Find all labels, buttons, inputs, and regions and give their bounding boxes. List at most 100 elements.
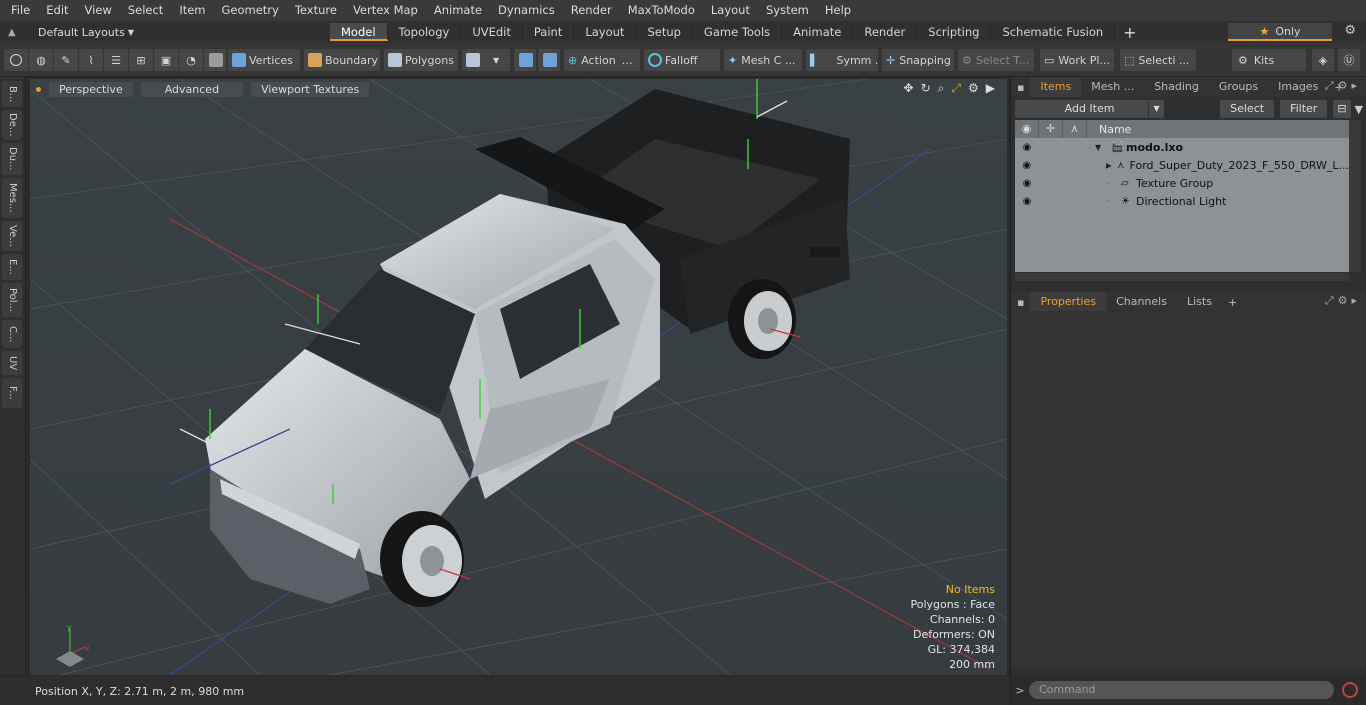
left-tab-deform[interactable]: De... xyxy=(2,110,22,140)
menu-render[interactable]: Render xyxy=(563,0,620,21)
tab-render[interactable]: Render xyxy=(853,23,918,41)
work-plane-button[interactable]: ▭ Work Pl... xyxy=(1040,49,1114,71)
record-macro-icon[interactable] xyxy=(1342,682,1358,698)
left-tab-mesh-edit[interactable]: Mes... xyxy=(2,178,22,218)
eye-icon[interactable]: ◉ xyxy=(1015,142,1039,153)
pan-icon[interactable]: ✥ xyxy=(904,81,914,96)
menu-maxtomodo[interactable]: MaxToModo xyxy=(620,0,703,21)
menu-select[interactable]: Select xyxy=(120,0,171,21)
tab-mesh[interactable]: Mesh ... xyxy=(1081,77,1144,97)
chevron-down-icon[interactable]: ▼ xyxy=(1095,143,1107,152)
mesh-constraints-button[interactable]: ✦ Mesh C ... xyxy=(724,49,802,71)
snap-geometry-button[interactable] xyxy=(514,49,536,71)
panel-options-icons[interactable]: ⤢⚙▸ xyxy=(1325,294,1361,308)
chevron-right-icon[interactable]: ▶ xyxy=(1106,161,1116,170)
items-vertical-scrollbar[interactable] xyxy=(1349,120,1361,272)
panel-grip-icon[interactable]: ▪ xyxy=(1011,81,1030,94)
visibility-column-icon[interactable]: ◉ xyxy=(1015,120,1039,138)
eye-icon[interactable]: ◉ xyxy=(1015,196,1039,207)
left-tab-uv[interactable]: UV xyxy=(2,351,22,375)
tab-schematic-fusion[interactable]: Schematic Fusion xyxy=(991,23,1116,41)
menu-view[interactable]: View xyxy=(77,0,120,21)
add-tab-icon[interactable]: + xyxy=(1222,296,1243,309)
tab-properties[interactable]: Properties xyxy=(1030,292,1107,312)
left-tab-curve[interactable]: C... xyxy=(2,320,22,348)
menu-layout[interactable]: Layout xyxy=(703,0,758,21)
menu-item[interactable]: Item xyxy=(171,0,213,21)
maximize-icon[interactable]: ⤢ xyxy=(951,81,961,96)
pin-icon[interactable]: ▲ xyxy=(8,27,20,38)
list-item[interactable]: ◉ ▶ ⋏ Ford_Super_Duty_2023_F_550_DRW_L..… xyxy=(1015,156,1349,174)
items-horizontal-scrollbar[interactable] xyxy=(1015,273,1349,281)
gear-icon[interactable]: ⚙ xyxy=(1344,23,1356,38)
layout-selector[interactable]: ▲ Default Layouts ▼ xyxy=(0,21,330,43)
tab-uvedit[interactable]: UVEdit xyxy=(461,23,523,41)
tab-items[interactable]: Items xyxy=(1030,77,1082,97)
add-tab-icon[interactable]: + xyxy=(1115,23,1144,42)
vertices-button[interactable]: Vertices xyxy=(228,49,300,71)
unreal-button[interactable]: Ⓤ xyxy=(1338,49,1360,71)
collapse-icon[interactable]: ⊟ xyxy=(1333,100,1351,118)
selection-sets-button[interactable]: ⬚ Selecti ... xyxy=(1120,49,1196,71)
frame-button[interactable]: ▣ xyxy=(154,49,178,71)
list-item[interactable]: ◉ · ▱ Texture Group xyxy=(1015,174,1349,192)
zoom-icon[interactable]: ⌕ xyxy=(938,81,945,96)
material-mode-button[interactable]: ▼ xyxy=(462,49,510,71)
menu-dynamics[interactable]: Dynamics xyxy=(490,0,563,21)
list-item[interactable]: ◉ · ☀ Directional Light xyxy=(1015,192,1349,210)
menu-vertex-map[interactable]: Vertex Map xyxy=(345,0,426,21)
action-center-button[interactable]: ⊕ Action… xyxy=(564,49,640,71)
boundary-button[interactable]: Boundary xyxy=(304,49,380,71)
tab-layout[interactable]: Layout xyxy=(574,23,637,41)
tab-animate[interactable]: Animate xyxy=(782,23,854,41)
symmetry-button[interactable]: ▌ Symm ... xyxy=(806,49,878,71)
menu-texture[interactable]: Texture xyxy=(287,0,345,21)
filter-button[interactable]: Filter xyxy=(1280,100,1328,118)
circle-select-button[interactable] xyxy=(4,49,28,71)
unity-button[interactable]: ◈ xyxy=(1312,49,1334,71)
center-button[interactable]: ⊞ xyxy=(129,49,153,71)
perspective-button[interactable]: Perspective xyxy=(49,81,133,97)
menu-file[interactable]: File xyxy=(3,0,38,21)
rotate-button[interactable]: ◔ xyxy=(179,49,203,71)
tab-game-tools[interactable]: Game Tools xyxy=(693,23,783,41)
tab-shading[interactable]: Shading xyxy=(1144,77,1209,97)
kits-button[interactable]: ⚙ Kits xyxy=(1232,49,1306,71)
brush-button[interactable]: ⌇ xyxy=(79,49,103,71)
left-tab-duplicate[interactable]: Du... xyxy=(2,143,22,175)
left-tab-edge[interactable]: E... xyxy=(2,254,22,280)
panel-grip-icon[interactable]: ▪ xyxy=(1011,296,1030,309)
select-button[interactable]: Select xyxy=(1220,100,1275,118)
triangle-right-icon[interactable]: ▶ xyxy=(986,81,995,96)
globe-button[interactable]: ◍ xyxy=(29,49,53,71)
only-button[interactable]: ★ Only xyxy=(1228,23,1332,41)
tab-topology[interactable]: Topology xyxy=(388,23,462,41)
left-tab-vertex[interactable]: Ve... xyxy=(2,221,22,251)
menu-system[interactable]: System xyxy=(758,0,817,21)
add-item-button[interactable]: Add Item ▼ xyxy=(1015,100,1165,118)
orbit-icon[interactable]: ↻ xyxy=(921,81,931,96)
chevron-down-icon[interactable]: ▼ xyxy=(1148,100,1164,118)
pen-button[interactable]: ✎ xyxy=(54,49,78,71)
tab-images[interactable]: Images xyxy=(1268,77,1328,97)
gear-icon[interactable]: ⚙ xyxy=(968,81,979,96)
tab-setup[interactable]: Setup xyxy=(636,23,693,41)
layers-button[interactable]: ☰ xyxy=(104,49,128,71)
polygons-button[interactable]: Polygons xyxy=(384,49,458,71)
type-column-icon[interactable]: ⋏ xyxy=(1063,120,1087,138)
menu-edit[interactable]: Edit xyxy=(38,0,76,21)
tab-scripting[interactable]: Scripting xyxy=(917,23,992,41)
menu-animate[interactable]: Animate xyxy=(426,0,490,21)
advanced-button[interactable]: Advanced xyxy=(140,81,244,97)
left-tab-polygon[interactable]: Pol... xyxy=(2,283,22,317)
panel-options-icons[interactable]: ⤢⚙▸ xyxy=(1325,79,1361,93)
tab-paint[interactable]: Paint xyxy=(523,23,575,41)
menu-help[interactable]: Help xyxy=(817,0,859,21)
list-item[interactable]: ◉ ▼ 🎬 modo.lxo xyxy=(1015,138,1349,156)
viewport-textures-button[interactable]: Viewport Textures xyxy=(251,81,370,97)
3d-viewport[interactable]: y x Perspective Advanced Viewport Textur… xyxy=(30,79,1007,675)
lock-column-icon[interactable]: ✛ xyxy=(1039,120,1063,138)
select-through-button[interactable]: ⚙ Select T... xyxy=(958,49,1034,71)
eye-icon[interactable]: ◉ xyxy=(1015,160,1039,171)
tab-lists[interactable]: Lists xyxy=(1177,292,1222,312)
